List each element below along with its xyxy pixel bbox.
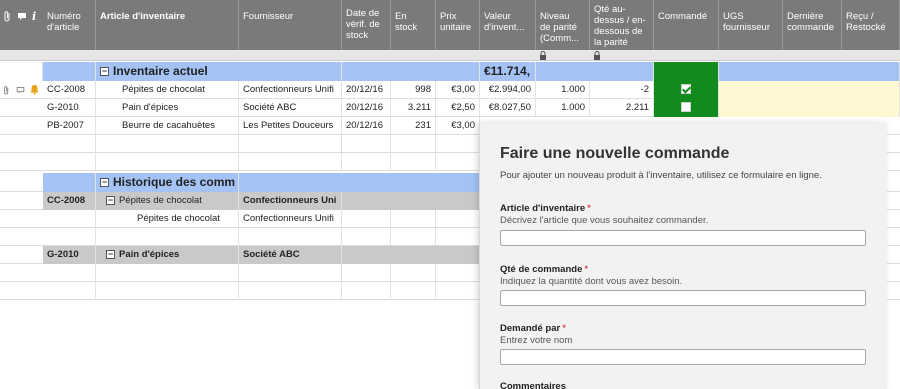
cell-supplier[interactable]: Confectionneurs Uni xyxy=(239,192,342,210)
col-header-unit-price[interactable]: Prix unitaire xyxy=(436,0,480,50)
cell-item-number[interactable]: PB-2007 xyxy=(43,117,96,135)
cell-supplier-sku[interactable] xyxy=(719,99,900,117)
cell-date[interactable]: 20/12/16 xyxy=(342,99,391,117)
comment-icon[interactable] xyxy=(17,10,27,24)
col-header-supplier[interactable]: Fournisseur xyxy=(239,0,342,50)
col-header-last-order[interactable]: Dernière commande xyxy=(783,0,842,50)
cell-in-stock[interactable]: 231 xyxy=(391,117,436,135)
cell-item-number[interactable]: CC-2008 xyxy=(43,81,96,99)
col-header-received[interactable]: Reçu / Restocké xyxy=(842,0,900,50)
col-header-qty-vs-par[interactable]: Qté au- dessus / en- dessous de la parit… xyxy=(590,0,654,50)
col-header-ordered[interactable]: Commandé xyxy=(654,0,719,50)
col-header-supplier-sku[interactable]: UGS fournisseur xyxy=(719,0,783,50)
table-row[interactable]: CC-2008 Pépites de chocolat Confectionne… xyxy=(0,81,900,99)
cell-supplier[interactable]: Société ABC xyxy=(239,99,342,117)
cell-date[interactable]: 20/12/16 xyxy=(342,81,391,99)
required-mark: * xyxy=(584,264,589,275)
col-header-item-number[interactable]: Numéro d'article xyxy=(43,0,96,50)
field-help-inventory-item: Décrivez l'article que vous souhaitez co… xyxy=(500,215,709,226)
order-qty-input[interactable] xyxy=(500,290,866,306)
cell-item-number[interactable]: G-2010 xyxy=(43,99,96,117)
col-header-in-stock[interactable]: En stock xyxy=(391,0,436,50)
lock-icon xyxy=(593,51,601,60)
column-lock-row xyxy=(0,50,900,61)
collapse-toggle-icon[interactable]: − xyxy=(106,195,115,205)
field-label-comments: Commentaires xyxy=(500,381,566,389)
field-help-order-qty: Indiquez la quantité dont vous avez beso… xyxy=(500,276,683,287)
collapse-toggle-icon[interactable]: − xyxy=(100,178,109,188)
col-header-inventory-item[interactable]: Article d'inventaire xyxy=(96,0,239,50)
row-comment-icon[interactable] xyxy=(16,85,25,98)
cell-par-level[interactable]: 1.000 xyxy=(536,99,590,117)
section-label: Inventaire actuel xyxy=(113,64,208,78)
form-subtitle: Pour ajouter un nouveau produit à l'inve… xyxy=(500,170,822,181)
ordered-checkbox[interactable] xyxy=(681,102,691,113)
cell-par-level[interactable]: 1.000 xyxy=(536,81,590,99)
cell-ordered[interactable] xyxy=(654,99,719,117)
info-icon[interactable]: i xyxy=(32,10,42,24)
cell-supplier[interactable]: Les Petites Douceurs xyxy=(239,117,342,135)
field-label-text: Demandé par xyxy=(500,323,561,334)
cell-unit-price[interactable]: €3,00 xyxy=(436,81,480,99)
cell-inventory-item[interactable]: Beurre de cacahuètes xyxy=(96,117,239,135)
col-header-inventory-value[interactable]: Valeur d'invent... xyxy=(480,0,536,50)
inventory-item-input[interactable] xyxy=(500,230,866,246)
cell-qty-vs-par[interactable]: 2.211 xyxy=(590,99,654,117)
collapse-toggle-icon[interactable]: − xyxy=(106,249,115,259)
col-header-stock-check-date[interactable]: Date de vérif. de stock xyxy=(342,0,391,50)
cell-inventory-value[interactable]: €8.027,50 xyxy=(480,99,536,117)
new-order-form: Faire une nouvelle commande Pour ajouter… xyxy=(479,123,887,389)
cell-unit-price[interactable]: €2,50 xyxy=(436,99,480,117)
cell-qty-vs-par[interactable]: -2 xyxy=(590,81,654,99)
cell-supplier[interactable]: Confectionneurs Unifi xyxy=(239,210,342,228)
cell-item-number[interactable]: CC-2008 xyxy=(43,192,96,210)
group-item-label: Pépites de chocolat xyxy=(119,195,202,206)
required-mark: * xyxy=(587,203,591,214)
cell-in-stock[interactable]: 998 xyxy=(391,81,436,99)
cell-inventory-item[interactable]: Pépites de chocolat xyxy=(96,210,239,228)
cell-unit-price[interactable]: €3,00 xyxy=(436,117,480,135)
cell-supplier[interactable]: Confectionneurs Unifi xyxy=(239,81,342,99)
cell-supplier-sku[interactable] xyxy=(719,81,900,99)
ordered-checkbox[interactable] xyxy=(681,84,691,95)
cell-inventory-item[interactable]: − Pépites de chocolat xyxy=(96,192,239,210)
table-row[interactable]: G-2010 Pain d'épices Société ABC 20/12/1… xyxy=(0,99,900,117)
field-label-text: Article d'inventaire xyxy=(500,203,586,214)
section-title[interactable]: − Inventaire actuel xyxy=(96,62,342,81)
field-label-inventory-item: Article d'inventaire * xyxy=(500,203,591,214)
cell-inventory-item[interactable]: − Pain d'épices xyxy=(96,246,239,264)
cell-inventory-item[interactable]: Pépites de chocolat xyxy=(96,81,239,99)
cell-ordered[interactable] xyxy=(654,81,719,99)
cell-supplier[interactable]: Société ABC xyxy=(239,246,342,264)
bell-icon[interactable] xyxy=(30,84,39,98)
row-attachment-icon[interactable] xyxy=(3,85,11,98)
cell-in-stock[interactable]: 3.211 xyxy=(391,99,436,117)
collapse-toggle-icon[interactable]: − xyxy=(100,67,109,77)
form-title: Faire une nouvelle commande xyxy=(500,145,730,162)
cell-item-number[interactable]: G-2010 xyxy=(43,246,96,264)
field-label-text: Qté de commande xyxy=(500,264,583,275)
group-item-label: Pain d'épices xyxy=(119,249,180,260)
section-total-value: €11.714, xyxy=(480,62,536,81)
field-help-requested-by: Entrez votre nom xyxy=(500,335,573,346)
cell-inventory-item[interactable]: Pain d'épices xyxy=(96,99,239,117)
required-mark: * xyxy=(562,323,566,334)
field-label-requested-by: Demandé par * xyxy=(500,323,566,334)
cell-inventory-value[interactable]: €2.994,00 xyxy=(480,81,536,99)
lock-icon xyxy=(539,51,547,60)
cell-date[interactable]: 20/12/16 xyxy=(342,117,391,135)
section-row-current-inventory[interactable]: − Inventaire actuel €11.714, xyxy=(0,62,900,81)
section-label: Historique des comm xyxy=(113,175,236,189)
attachment-icon[interactable] xyxy=(3,10,13,24)
col-header-par-level[interactable]: Niveau de parité (Comm... xyxy=(536,0,590,50)
requested-by-input[interactable] xyxy=(500,349,866,365)
section-title[interactable]: − Historique des comm xyxy=(96,173,239,192)
field-label-order-qty: Qté de commande * xyxy=(500,264,588,275)
column-header-row: i Numéro d'article Article d'inventaire … xyxy=(0,0,900,50)
